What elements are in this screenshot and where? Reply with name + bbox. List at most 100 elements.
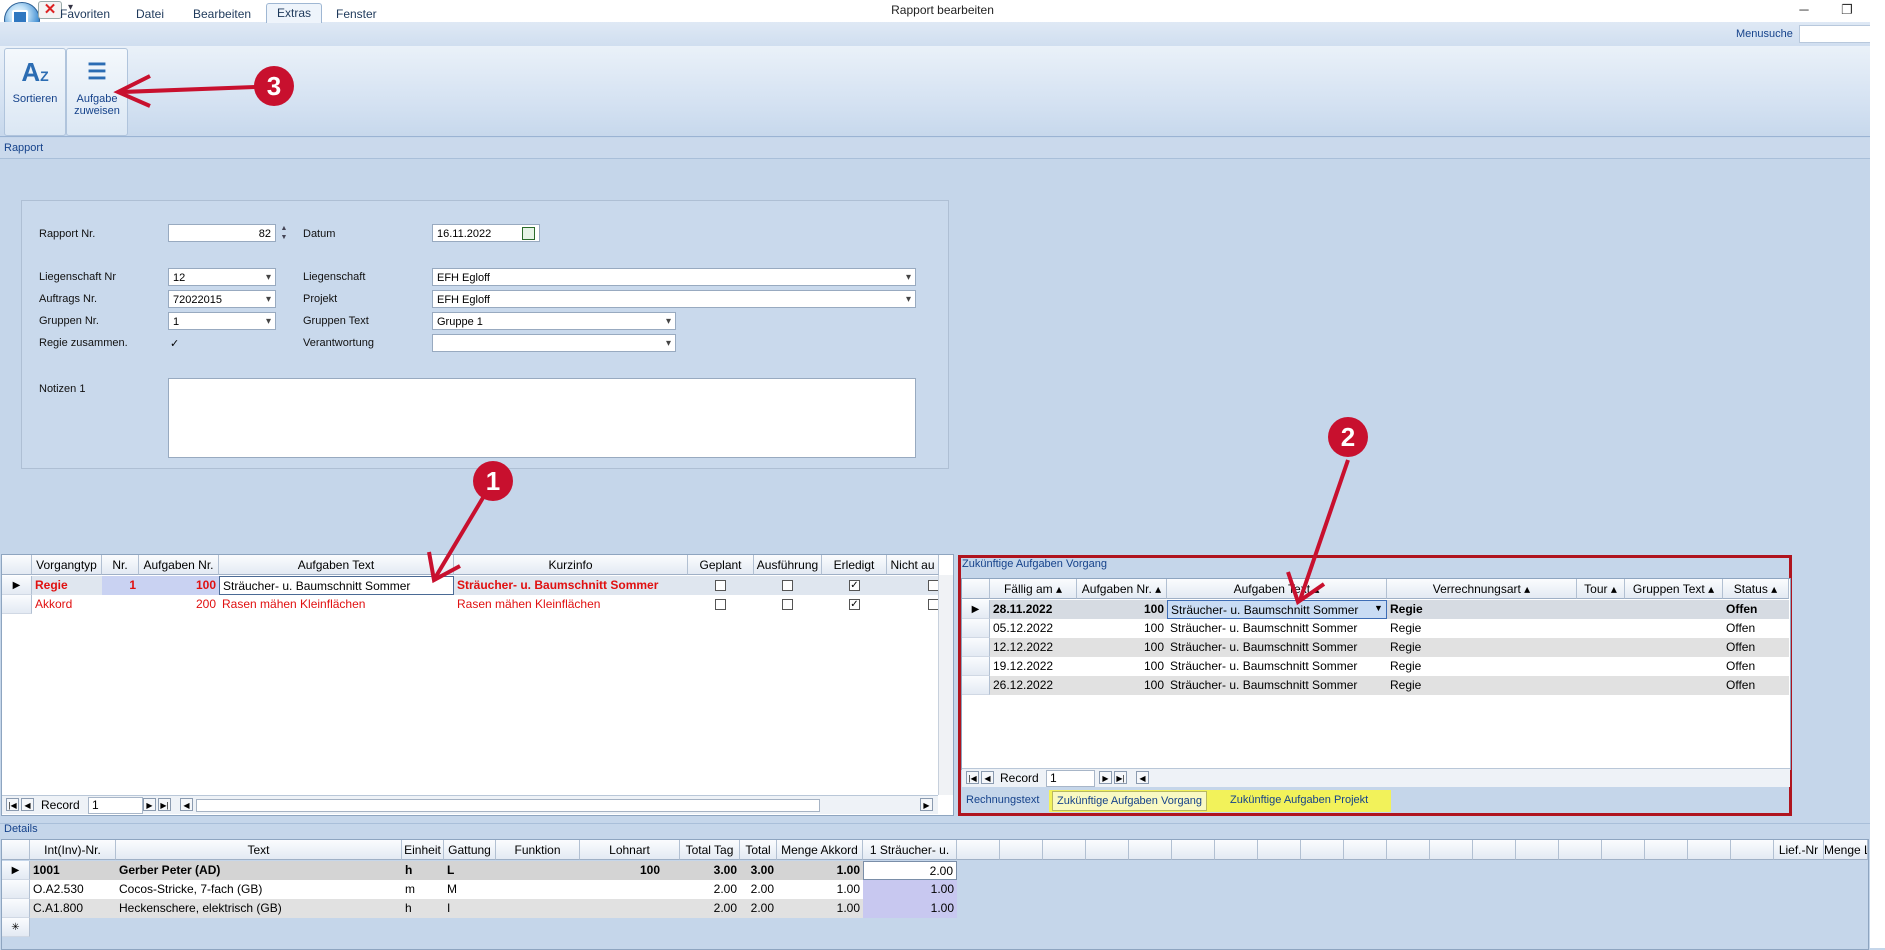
cell-text[interactable]: Cocos-Stricke, 7-fach (GB) bbox=[116, 880, 402, 899]
cell-verrechnungsart[interactable]: Regie bbox=[1387, 676, 1577, 695]
col-empty[interactable] bbox=[1559, 840, 1602, 860]
col-aufgaben-text[interactable]: Aufgaben Text bbox=[219, 555, 454, 575]
col-nr[interactable]: Nr. bbox=[102, 555, 139, 575]
cell-text[interactable]: Heckenschere, elektrisch (GB) bbox=[116, 899, 402, 918]
liegenschaft-nr-dropdown[interactable]: 12 bbox=[168, 268, 276, 287]
tab-fenster[interactable]: Fenster bbox=[326, 5, 387, 24]
minimize-button[interactable]: ─ bbox=[1793, 2, 1815, 20]
col-lief-nr[interactable]: Lief.-Nr bbox=[1774, 840, 1824, 860]
cell-einheit[interactable]: h bbox=[402, 899, 444, 918]
col-tour[interactable]: Tour ▴ bbox=[1577, 579, 1625, 599]
chevron-down-icon[interactable]: ▼ bbox=[1374, 603, 1383, 613]
verantwortung-dropdown[interactable] bbox=[432, 334, 676, 353]
col-empty[interactable] bbox=[1215, 840, 1258, 860]
cell-verrechnungsart[interactable]: Regie bbox=[1387, 638, 1577, 657]
cell-aufgaben-text[interactable]: Sträucher- u. Baumschnitt Sommer bbox=[219, 576, 454, 595]
tab-zukuenftige-aufgaben-vorgang[interactable]: Zukünftige Aufgaben Vorgang bbox=[1052, 791, 1207, 811]
cell-status[interactable]: Offen bbox=[1723, 657, 1789, 676]
tab-zukuenftige-aufgaben-projekt[interactable]: Zukünftige Aufgaben Projekt bbox=[1230, 794, 1368, 806]
col-empty[interactable] bbox=[957, 840, 1000, 860]
ausfuehrung-checkbox[interactable] bbox=[782, 580, 793, 591]
cell-aufgaben-nr[interactable]: 100 bbox=[139, 576, 219, 595]
col-menge-l[interactable]: Menge L bbox=[1824, 840, 1868, 860]
cell-text[interactable]: Gerber Peter (AD) bbox=[116, 861, 402, 880]
col-empty[interactable] bbox=[1086, 840, 1129, 860]
cell-lohnart[interactable]: 100 bbox=[580, 861, 663, 880]
cell-aufgaben-nr[interactable]: 100 bbox=[1077, 676, 1167, 695]
col-empty[interactable] bbox=[1731, 840, 1774, 860]
col-vorgangtyp[interactable]: Vorgangtyp bbox=[32, 555, 102, 575]
cell-int-nr[interactable]: C.A1.800 bbox=[30, 899, 116, 918]
row-selector[interactable] bbox=[2, 880, 30, 899]
last-record-icon[interactable]: ▶| bbox=[1114, 771, 1127, 784]
col-empty[interactable] bbox=[1602, 840, 1645, 860]
record-number-input[interactable]: 1 bbox=[1046, 770, 1095, 787]
col-text[interactable]: Text bbox=[116, 840, 402, 860]
cell-vorgangtyp[interactable]: Regie bbox=[32, 576, 102, 595]
cell-menge-akkord[interactable]: 1.00 bbox=[777, 880, 863, 899]
geplant-checkbox[interactable] bbox=[715, 599, 726, 610]
cell-menge-akkord[interactable]: 1.00 bbox=[777, 899, 863, 918]
cell-verrechnungsart[interactable]: Regie bbox=[1387, 657, 1577, 676]
cell-aufgaben-nr[interactable]: 100 bbox=[1077, 638, 1167, 657]
row-selector[interactable] bbox=[2, 595, 32, 614]
tab-favoriten[interactable]: Favoriten bbox=[50, 5, 120, 24]
col-menge-akkord[interactable]: Menge Akkord bbox=[777, 840, 863, 860]
geplant-checkbox[interactable] bbox=[715, 580, 726, 591]
prev-record-icon[interactable]: ◀ bbox=[21, 798, 34, 811]
tab-rechnungstext[interactable]: Rechnungstext bbox=[966, 794, 1039, 806]
cell-nr[interactable] bbox=[102, 595, 139, 614]
col-empty[interactable] bbox=[1645, 840, 1688, 860]
cell-total-tag[interactable]: 2.00 bbox=[680, 880, 740, 899]
menusuche-input[interactable] bbox=[1799, 25, 1873, 43]
scroll-right-icon[interactable]: ▶ bbox=[920, 798, 933, 811]
cell-aufgaben-nr[interactable]: 200 bbox=[139, 595, 219, 614]
gruppen-nr-dropdown[interactable]: 1 bbox=[168, 312, 276, 331]
new-row-icon[interactable]: ✳ bbox=[2, 918, 30, 937]
vertical-scrollbar[interactable] bbox=[938, 575, 953, 795]
auftrags-nr-dropdown[interactable]: 72022015 bbox=[168, 290, 276, 309]
sortieren-button[interactable]: AZ Sortieren bbox=[4, 48, 66, 136]
regie-zusammen-checkbox[interactable]: ✓ bbox=[170, 337, 179, 350]
col-funktion[interactable]: Funktion bbox=[496, 840, 580, 860]
gruppen-text-dropdown[interactable]: Gruppe 1 bbox=[432, 312, 676, 331]
calendar-icon[interactable] bbox=[522, 227, 535, 240]
cell-straeucher[interactable]: 2.00 bbox=[863, 861, 957, 880]
cell-faellig-am[interactable]: 26.12.2022 bbox=[990, 676, 1077, 695]
cell-nr[interactable]: 1 bbox=[102, 576, 139, 595]
cell-straeucher[interactable]: 1.00 bbox=[863, 880, 957, 899]
rapport-nr-field[interactable]: 82 bbox=[168, 224, 276, 242]
cell-status[interactable]: Offen bbox=[1723, 638, 1789, 657]
col-ausfuehrung[interactable]: Ausführung bbox=[754, 555, 822, 575]
erledigt-checkbox[interactable]: ✓ bbox=[849, 580, 860, 591]
cell-aufgaben-text[interactable]: Sträucher- u. Baumschnitt Sommer bbox=[1167, 657, 1387, 676]
cell-int-nr[interactable]: O.A2.530 bbox=[30, 880, 116, 899]
cell-aufgaben-nr[interactable]: 100 bbox=[1077, 657, 1167, 676]
cell-einheit[interactable]: h bbox=[402, 861, 444, 880]
rapport-nr-spinner-icon[interactable]: ▲ ▼ bbox=[278, 224, 290, 242]
cell-total[interactable]: 3.00 bbox=[740, 861, 777, 880]
cell-verrechnungsart[interactable]: Regie bbox=[1387, 619, 1577, 638]
cell-status[interactable]: Offen bbox=[1723, 600, 1789, 619]
col-int-nr[interactable]: Int(Inv)-Nr. bbox=[30, 840, 116, 860]
cell-gattung[interactable]: M bbox=[444, 880, 496, 899]
cell-aufgaben-nr[interactable]: 100 bbox=[1077, 619, 1167, 638]
cell-faellig-am[interactable]: 28.11.2022 bbox=[990, 600, 1077, 619]
cell-straeucher[interactable]: 1.00 bbox=[863, 899, 957, 918]
col-nicht-au[interactable]: Nicht au bbox=[887, 555, 939, 575]
scroll-left-icon[interactable]: ◀ bbox=[180, 798, 193, 811]
cell-gattung[interactable]: I bbox=[444, 899, 496, 918]
record-number-input[interactable]: 1 bbox=[88, 797, 143, 814]
col-einheit[interactable]: Einheit bbox=[402, 840, 444, 860]
cell-total[interactable]: 2.00 bbox=[740, 880, 777, 899]
prev-record-icon[interactable]: ◀ bbox=[981, 771, 994, 784]
cell-menge-akkord[interactable]: 1.00 bbox=[777, 861, 863, 880]
row-selector[interactable] bbox=[962, 619, 990, 638]
row-selector-icon[interactable]: ▶ bbox=[2, 576, 32, 595]
col-gattung[interactable]: Gattung bbox=[444, 840, 496, 860]
next-record-icon[interactable]: ▶ bbox=[1099, 771, 1112, 784]
col-faellig-am[interactable]: Fällig am ▴ bbox=[990, 579, 1077, 599]
col-empty[interactable] bbox=[1387, 840, 1430, 860]
col-empty[interactable] bbox=[1129, 840, 1172, 860]
col-aufgaben-nr[interactable]: Aufgaben Nr. bbox=[139, 555, 219, 575]
